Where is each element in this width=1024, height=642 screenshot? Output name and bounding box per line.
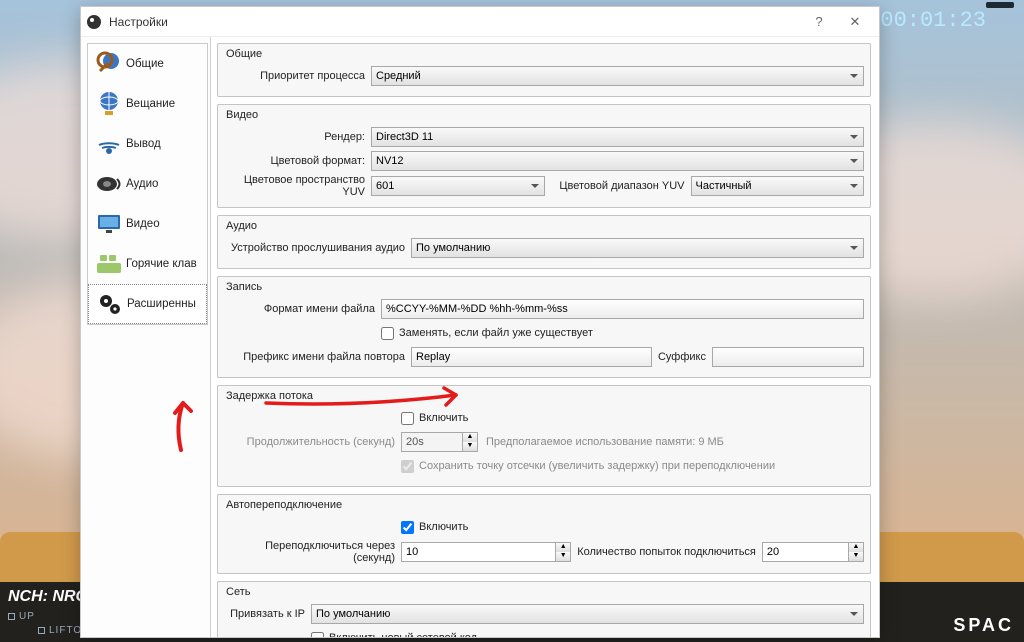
- speaker-icon: [92, 167, 126, 201]
- label-retry-delay: Переподключиться через (секунд): [226, 540, 401, 564]
- window-title: Настройки: [109, 15, 168, 29]
- keyboard-icon: [92, 247, 126, 281]
- label-renderer: Рендер:: [226, 131, 371, 143]
- help-button[interactable]: ?: [801, 8, 837, 36]
- overlay-mission-label: NCH: NRO: [8, 588, 88, 606]
- label-replay-suffix: Суффикс: [652, 351, 712, 363]
- titlebar: Настройки ? ✕: [81, 7, 879, 37]
- spin-up-icon[interactable]: ▲: [463, 433, 477, 442]
- nav-advanced[interactable]: Расширенны: [88, 284, 207, 324]
- group-network: Сеть Привязать к IP По умолчанию Включит…: [217, 581, 871, 637]
- label-yuv-space: Цветовое пространство YUV: [226, 174, 371, 198]
- checkbox-reconnect-enable-input[interactable]: [401, 521, 414, 534]
- select-monitor-device[interactable]: По умолчанию: [411, 238, 864, 258]
- label-bind-ip: Привязать к IP: [226, 608, 311, 620]
- spin-down-icon[interactable]: ▼: [849, 552, 863, 561]
- group-reconnect: Автопереподключение Включить Переподключ…: [217, 494, 871, 574]
- gear-globe-icon: [92, 47, 126, 81]
- input-delay-duration[interactable]: [401, 432, 463, 452]
- nav-general[interactable]: Общие: [88, 44, 207, 84]
- select-color-format[interactable]: NV12: [371, 151, 864, 171]
- checkbox-preserve-cutoff: Сохранить точку отсечки (увеличить задер…: [401, 460, 775, 473]
- label-replay-prefix: Префикс имени файла повтора: [226, 351, 411, 363]
- gears-icon: [93, 287, 127, 321]
- overlay-step-1: UP: [8, 611, 35, 622]
- spin-down-icon[interactable]: ▼: [463, 442, 477, 451]
- spinner-retry-delay[interactable]: ▲▼: [401, 542, 571, 562]
- checkbox-preserve-cutoff-input: [401, 460, 414, 473]
- checkbox-delay-enable-input[interactable]: [401, 412, 414, 425]
- checkbox-reconnect-enable[interactable]: Включить: [401, 521, 468, 534]
- group-stream-delay: Задержка потока Включить Продолжительнос…: [217, 385, 871, 487]
- spinner-max-retries[interactable]: ▲▼: [762, 542, 864, 562]
- spinner-delay-duration[interactable]: ▲▼: [401, 432, 478, 452]
- checkbox-new-network-code[interactable]: Включить новый сетевой код: [311, 632, 477, 638]
- label-yuv-range: Цветовой диапазон YUV: [551, 180, 691, 192]
- spin-down-icon[interactable]: ▼: [556, 552, 570, 561]
- group-video: Видео Рендер: Direct3D 11 Цветовой форма…: [217, 104, 871, 208]
- nav-video[interactable]: Видео: [88, 204, 207, 244]
- select-bind-ip[interactable]: По умолчанию: [311, 604, 864, 624]
- globe-icon: [92, 87, 126, 121]
- close-button[interactable]: ✕: [837, 8, 873, 36]
- overlay-brand: SPAC: [953, 615, 1014, 636]
- spin-up-icon[interactable]: ▲: [849, 543, 863, 552]
- nav-stream[interactable]: Вещание: [88, 84, 207, 124]
- group-recording: Запись Формат имени файла Заменять, если…: [217, 276, 871, 378]
- group-audio: Аудио Устройство прослушивания аудио По …: [217, 215, 871, 269]
- input-replay-prefix[interactable]: [411, 347, 652, 367]
- label-delay-memory: Предполагаемое использование памяти: 9 М…: [486, 436, 724, 448]
- label-monitor-device: Устройство прослушивания аудио: [226, 242, 411, 254]
- group-general: Общие Приоритет процесса Средний: [217, 43, 871, 97]
- input-max-retries[interactable]: [762, 542, 849, 562]
- settings-window: Настройки ? ✕ Общие Вещание Вывод Аудио: [80, 6, 880, 638]
- input-replay-suffix[interactable]: [712, 347, 864, 367]
- settings-nav: Общие Вещание Вывод Аудио Видео Горячие …: [81, 37, 211, 637]
- nav-output[interactable]: Вывод: [88, 124, 207, 164]
- select-renderer[interactable]: Direct3D 11: [371, 127, 864, 147]
- monitor-icon: [92, 207, 126, 241]
- nav-audio[interactable]: Аудио: [88, 164, 207, 204]
- settings-content: Общие Приоритет процесса Средний Видео Р…: [211, 37, 879, 637]
- label-max-retries: Количество попыток подключиться: [571, 546, 762, 558]
- checkbox-overwrite-input[interactable]: [381, 327, 394, 340]
- input-retry-delay[interactable]: [401, 542, 556, 562]
- nav-hotkeys[interactable]: Горячие клав: [88, 244, 207, 284]
- select-process-priority[interactable]: Средний: [371, 66, 864, 86]
- checkbox-delay-enable[interactable]: Включить: [401, 412, 468, 425]
- label-process-priority: Приоритет процесса: [226, 70, 371, 82]
- label-filename-format: Формат имени файла: [226, 303, 381, 315]
- overlay-step-2: LIFTO: [38, 625, 82, 636]
- select-yuv-range[interactable]: Частичный: [691, 176, 865, 196]
- spin-up-icon[interactable]: ▲: [556, 543, 570, 552]
- overlay-timer: 00:01:23: [986, 2, 1014, 8]
- checkbox-new-network-code-input[interactable]: [311, 632, 324, 638]
- wifi-icon: [92, 127, 126, 161]
- input-filename-format[interactable]: [381, 299, 864, 319]
- label-delay-duration: Продолжительность (секунд): [226, 436, 401, 448]
- app-icon: [87, 15, 101, 29]
- checkbox-overwrite[interactable]: Заменять, если файл уже существует: [381, 327, 593, 340]
- label-color-format: Цветовой формат:: [226, 155, 371, 167]
- select-yuv-space[interactable]: 601: [371, 176, 545, 196]
